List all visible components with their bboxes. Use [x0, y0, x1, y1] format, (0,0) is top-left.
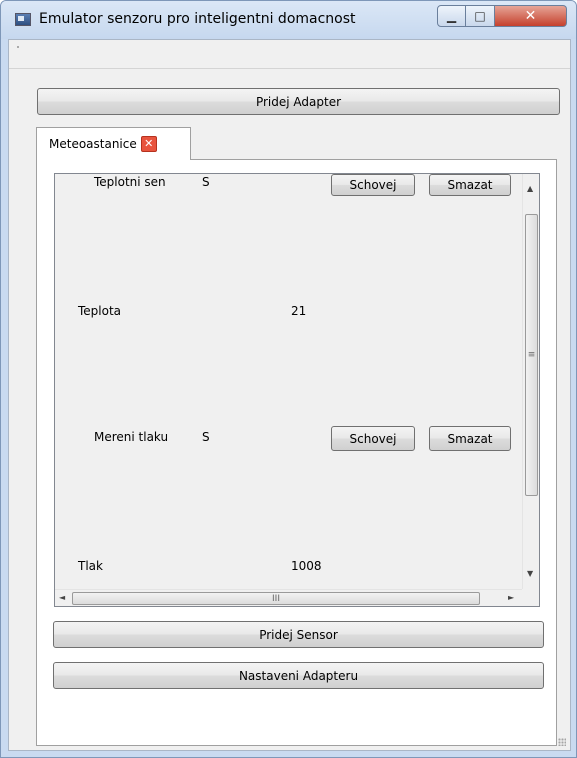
adapter-settings-button[interactable]: Nastaveni Adapteru [53, 662, 544, 689]
sensor-list: Teplotni sen S Schovej Smazat Teplota 21… [55, 174, 525, 591]
scroll-right-icon[interactable]: ► [508, 593, 514, 602]
title-bar[interactable]: Emulator senzoru pro inteligentni domacn… [1, 1, 576, 39]
scroll-left-icon[interactable]: ◄ [59, 593, 65, 602]
close-icon[interactable]: ✕ [140, 136, 157, 152]
vertical-scroll-thumb[interactable]: ≡ [525, 214, 538, 496]
horizontal-scrollbar[interactable]: ◄ III ► [55, 589, 539, 606]
value-display: 1008 [291, 559, 322, 573]
menu-bar [9, 40, 570, 69]
value-label: Tlak [78, 559, 103, 573]
close-button[interactable]: ✕ [495, 5, 567, 27]
client-area: Pridej Adapter Meteoastanice ✕ Teplotni … [8, 39, 571, 751]
maximize-button[interactable]: □ [466, 5, 495, 27]
sensor-status: S [202, 175, 210, 189]
grip-icon: ≡ [527, 350, 536, 360]
minimize-button[interactable]: ▁ [437, 5, 466, 27]
scroll-down-icon[interactable]: ▼ [527, 569, 533, 578]
scroll-corner [522, 589, 539, 606]
window-title: Emulator senzoru pro inteligentni domacn… [39, 11, 356, 27]
app-window: Emulator senzoru pro inteligentni domacn… [0, 0, 577, 758]
sensor-name: Mereni tlaku [94, 430, 169, 444]
delete-sensor-button[interactable]: Smazat [429, 426, 511, 451]
grip-icon: III [272, 593, 280, 604]
horizontal-scroll-thumb[interactable]: III [72, 592, 480, 605]
tab-meteoastanice[interactable]: Meteoastanice ✕ [36, 127, 191, 160]
app-window-icon [15, 13, 31, 26]
sensor-scroll-area[interactable]: Teplotni sen S Schovej Smazat Teplota 21… [54, 173, 540, 607]
tab-label: Meteoastanice [49, 137, 137, 151]
delete-sensor-button[interactable]: Smazat [429, 174, 511, 196]
add-sensor-button[interactable]: Pridej Sensor [53, 621, 544, 648]
value-display: 21 [291, 304, 307, 318]
sensor-status: S [202, 430, 210, 444]
hide-sensor-button[interactable]: Schovej [331, 426, 415, 451]
vertical-scrollbar[interactable]: ▲ ≡ ▼ [522, 174, 539, 591]
add-adapter-button[interactable]: Pridej Adapter [37, 88, 560, 115]
resize-grip-icon[interactable] [558, 738, 566, 746]
menu-grip-icon [17, 46, 19, 48]
tab-pane: Teplotni sen S Schovej Smazat Teplota 21… [36, 159, 557, 746]
hide-sensor-button[interactable]: Schovej [331, 174, 415, 196]
sensor-name: Teplotni sen [94, 175, 166, 189]
value-label: Teplota [78, 304, 122, 318]
scroll-up-icon[interactable]: ▲ [527, 184, 533, 193]
